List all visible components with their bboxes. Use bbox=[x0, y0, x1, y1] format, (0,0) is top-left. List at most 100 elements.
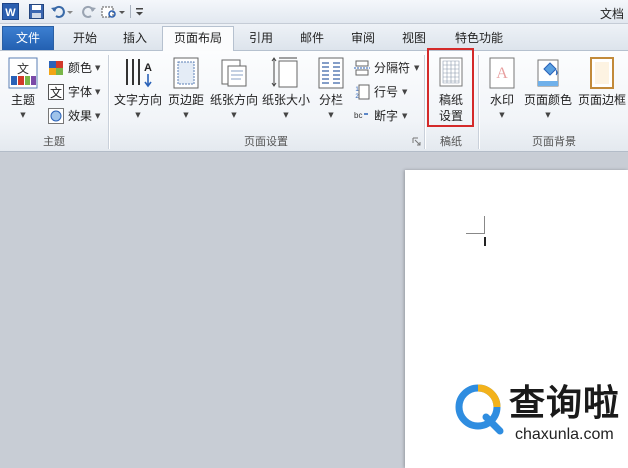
line-numbers-label: 行号 bbox=[374, 85, 399, 99]
watermark-brand-text: 查询啦 bbox=[509, 383, 621, 424]
fonts-icon: 文 bbox=[48, 84, 64, 100]
tab-view[interactable]: 视图 bbox=[392, 28, 436, 50]
page-setup-group-label: 页面设置 bbox=[244, 135, 288, 148]
tab-references[interactable]: 引用 bbox=[240, 28, 282, 50]
manuscript-highlight-box bbox=[427, 48, 474, 127]
columns-button[interactable]: 分栏 ▼ bbox=[314, 53, 348, 131]
undo-dropdown-icon[interactable] bbox=[66, 3, 74, 20]
customize-qat-icon[interactable] bbox=[134, 3, 145, 20]
chaxunla-logo-icon bbox=[455, 384, 504, 435]
text-direction-icon: A bbox=[126, 59, 152, 88]
text-direction-button[interactable]: A 文字方向 ▼ bbox=[112, 53, 164, 131]
hyphenation-label: 断字 bbox=[374, 109, 399, 123]
page-borders-icon bbox=[590, 57, 614, 89]
paint-bucket-icon bbox=[537, 59, 559, 87]
svg-text:文: 文 bbox=[50, 85, 62, 100]
crop-mark-horizontal bbox=[466, 233, 484, 234]
theme-effects-button[interactable]: 效果 ▼ bbox=[48, 105, 106, 127]
chevron-down-icon: ▼ bbox=[499, 111, 505, 119]
chevron-down-icon: ▼ bbox=[183, 111, 189, 119]
breaks-button[interactable]: 分隔符 ▼ bbox=[354, 57, 422, 79]
tab-review[interactable]: 审阅 bbox=[340, 28, 386, 50]
colors-label: 颜色 bbox=[68, 61, 93, 75]
print-dropdown-icon[interactable] bbox=[118, 3, 126, 20]
effects-icon bbox=[48, 108, 64, 124]
themes-group-label: 主题 bbox=[43, 135, 65, 148]
page-size-icon bbox=[271, 57, 298, 88]
crop-mark-vertical bbox=[484, 216, 485, 234]
ribbon-tab-row: 文件 开始 插入 页面布局 引用 邮件 审阅 视图 特色功能 bbox=[0, 24, 628, 51]
text-cursor bbox=[484, 237, 486, 246]
margins-icon bbox=[173, 57, 199, 89]
breaks-label: 分隔符 bbox=[374, 61, 411, 75]
tab-home[interactable]: 开始 bbox=[62, 28, 108, 50]
themes-button[interactable]: 文 主题 ▼ bbox=[4, 53, 42, 131]
text-direction-label: 文字方向 bbox=[113, 93, 162, 107]
chevron-down-icon: ▼ bbox=[20, 111, 26, 119]
theme-colors-button[interactable]: 颜色 ▼ bbox=[48, 57, 106, 79]
chevron-down-icon: ▼ bbox=[95, 64, 101, 72]
svg-text:A: A bbox=[496, 65, 508, 82]
chevron-down-icon: ▼ bbox=[328, 111, 334, 119]
manuscript-group-label: 稿纸 bbox=[440, 135, 462, 148]
redo-icon[interactable] bbox=[80, 3, 97, 20]
line-numbers-icon: 1 2 bbox=[355, 84, 370, 100]
chevron-down-icon: ▼ bbox=[283, 111, 289, 119]
window-title: 文档 bbox=[599, 7, 624, 21]
page-size-label: 纸张大小 bbox=[261, 93, 310, 107]
page-size-button[interactable]: 纸张大小 ▼ bbox=[260, 53, 312, 131]
hyphenation-icon: bc bbox=[354, 111, 368, 120]
hyphenation-button[interactable]: bc 断字 ▼ bbox=[354, 105, 412, 127]
chevron-down-icon: ▼ bbox=[95, 112, 101, 120]
svg-text:文: 文 bbox=[17, 61, 29, 76]
orientation-button[interactable]: 纸张方向 ▼ bbox=[208, 53, 260, 131]
tab-mailings[interactable]: 邮件 bbox=[290, 28, 334, 50]
chevron-down-icon: ▼ bbox=[414, 64, 420, 72]
tab-file[interactable]: 文件 bbox=[2, 26, 54, 50]
chevron-down-icon: ▼ bbox=[135, 111, 141, 119]
breaks-icon bbox=[354, 60, 370, 76]
svg-text:A: A bbox=[144, 62, 152, 74]
word-app-icon[interactable]: W bbox=[2, 3, 19, 20]
orientation-label: 纸张方向 bbox=[209, 93, 258, 107]
chevron-down-icon: ▼ bbox=[402, 112, 408, 120]
margins-label: 页边距 bbox=[167, 93, 204, 107]
effects-label: 效果 bbox=[68, 109, 93, 123]
ribbon-panel: 文 主题 ▼ 颜色 ▼ 文 字体 ▼ 效果 ▼ 主题 A 文字方向 ▼ 页边距 … bbox=[0, 50, 628, 152]
page-borders-button[interactable]: 页面边框 bbox=[576, 53, 628, 131]
watermark-label: 水印 bbox=[489, 93, 514, 107]
line-numbers-button[interactable]: 1 2 行号 ▼ bbox=[354, 81, 412, 103]
watermark-domain-text: chaxunla.com bbox=[515, 426, 614, 443]
group-divider bbox=[108, 55, 109, 149]
dialog-launcher-icon[interactable] bbox=[412, 137, 421, 146]
page-background-group-label: 页面背景 bbox=[532, 135, 576, 148]
group-divider bbox=[478, 55, 479, 149]
print-preview-icon[interactable] bbox=[100, 3, 117, 20]
save-icon[interactable] bbox=[28, 3, 45, 20]
columns-label: 分栏 bbox=[318, 93, 343, 107]
columns-icon bbox=[318, 57, 344, 89]
svg-text:bc: bc bbox=[354, 111, 362, 120]
orientation-icon bbox=[221, 59, 247, 87]
tab-special-features[interactable]: 特色功能 bbox=[442, 28, 516, 50]
colors-icon bbox=[49, 61, 63, 75]
chevron-down-icon: ▼ bbox=[402, 88, 408, 96]
tab-insert[interactable]: 插入 bbox=[112, 28, 158, 50]
themes-icon: 文 bbox=[8, 57, 38, 89]
svg-text:W: W bbox=[5, 7, 16, 19]
chevron-down-icon: ▼ bbox=[95, 88, 101, 96]
theme-fonts-button[interactable]: 文 字体 ▼ bbox=[48, 81, 106, 103]
chevron-down-icon: ▼ bbox=[231, 111, 237, 119]
margins-button[interactable]: 页边距 ▼ bbox=[166, 53, 206, 131]
page-borders-label: 页面边框 bbox=[577, 93, 626, 107]
chevron-down-icon: ▼ bbox=[545, 111, 551, 119]
themes-label: 主题 bbox=[10, 93, 35, 107]
title-bar: W 文档 bbox=[0, 0, 628, 24]
watermark-icon: A bbox=[489, 57, 515, 89]
tab-page-layout[interactable]: 页面布局 bbox=[162, 26, 234, 51]
undo-icon[interactable] bbox=[50, 3, 67, 20]
fonts-label: 字体 bbox=[68, 85, 93, 99]
page-color-button[interactable]: 页面颜色 ▼ bbox=[522, 53, 574, 131]
watermark-button[interactable]: A 水印 ▼ bbox=[484, 53, 520, 131]
page-color-label: 页面颜色 bbox=[523, 93, 572, 107]
